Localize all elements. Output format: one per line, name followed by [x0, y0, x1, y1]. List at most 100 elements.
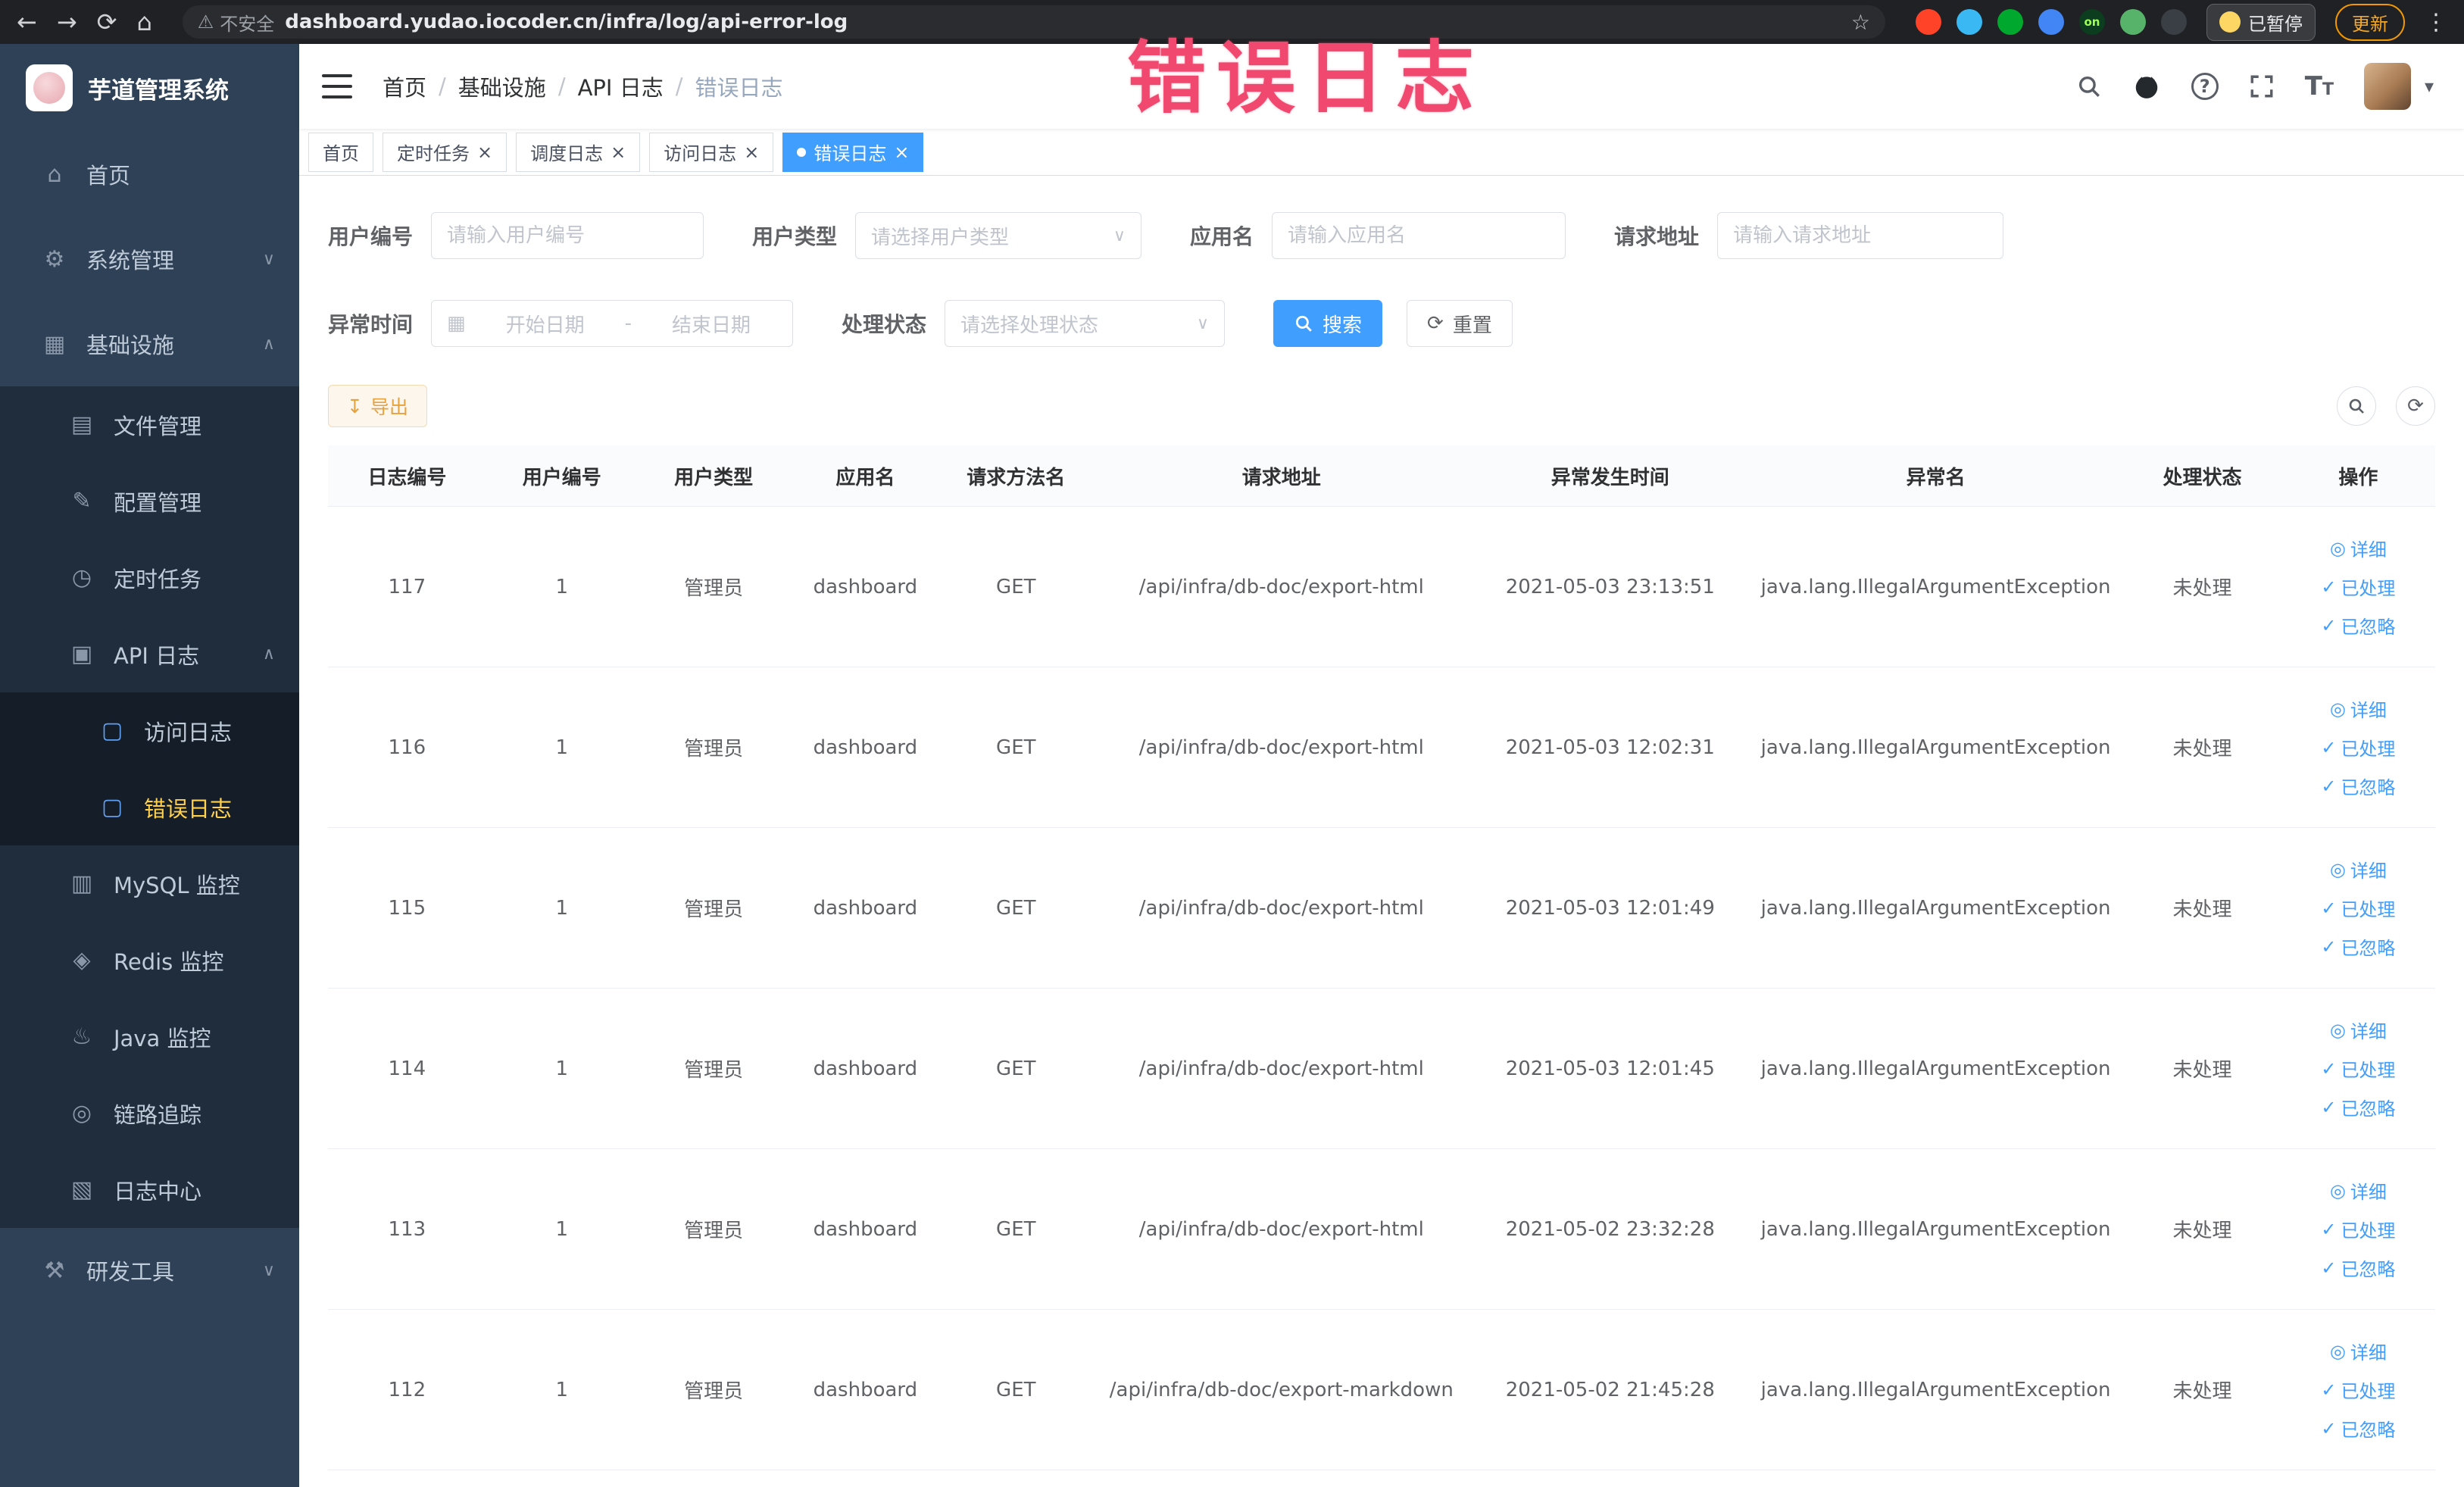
date-range-picker[interactable]: ▦ 开始日期 - 结束日期 — [431, 300, 794, 347]
breadcrumb-item[interactable]: 错误日志 — [695, 70, 782, 102]
refresh-icon: ⟳ — [1427, 312, 1444, 335]
select-arrow-icon: ∨ — [1113, 226, 1126, 245]
paused-extension-button[interactable]: 已暂停 — [2206, 3, 2316, 41]
sidebar-item[interactable]: ◷ 定时任务 — [0, 539, 299, 616]
cell-actions: ◎ 详细 ✓ 已处理 ✓ 已忽略 — [2281, 828, 2435, 988]
ignored-link[interactable]: ✓ 已忽略 — [2321, 933, 2395, 960]
request-url-input[interactable] — [1717, 212, 2004, 259]
tab-close-icon[interactable]: × — [744, 143, 759, 161]
ext-on-badge-icon[interactable]: on — [2079, 9, 2105, 35]
sidebar-item[interactable]: ▤ 文件管理 — [0, 386, 299, 463]
toggle-search-button[interactable] — [2337, 386, 2376, 426]
address-bar[interactable]: ⚠ 不安全 dashboard.yudao.iocoder.cn/infra/l… — [182, 5, 1885, 39]
sidebar-item[interactable]: ▥ MySQL 监控 — [0, 845, 299, 922]
ext-sprout-icon[interactable] — [2120, 9, 2146, 35]
detail-link[interactable]: ◎ 详细 — [2330, 1338, 2387, 1364]
ignored-link[interactable]: ✓ 已忽略 — [2321, 612, 2395, 639]
sidebar-item[interactable]: ♨ Java 监控 — [0, 998, 299, 1075]
cell-log-id: 116 — [388, 736, 426, 759]
processed-link[interactable]: ✓ 已处理 — [2321, 573, 2395, 600]
detail-link[interactable]: ◎ 详细 — [2330, 856, 2387, 883]
processed-link[interactable]: ✓ 已处理 — [2321, 895, 2395, 921]
breadcrumb-item[interactable]: 首页 — [383, 70, 426, 102]
not-secure-badge[interactable]: ⚠ 不安全 — [198, 9, 275, 36]
cell-request-url: /api/infra/db-doc/export-html — [1138, 896, 1424, 920]
ext-grid-icon[interactable] — [2038, 9, 2064, 35]
sidebar-item[interactable]: ⚒ 研发工具 ∨ — [0, 1228, 299, 1313]
reset-button[interactable]: ⟳ 重置 — [1407, 300, 1513, 347]
caret-down-icon[interactable]: ▾ — [2425, 76, 2434, 97]
tab-close-icon[interactable]: × — [611, 143, 626, 161]
view-tab[interactable]: 错误日志 × — [782, 132, 924, 172]
processed-link[interactable]: ✓ 已处理 — [2321, 1216, 2395, 1242]
export-button[interactable]: ↧ 导出 — [328, 385, 427, 427]
process-status-label: 处理状态 — [842, 312, 927, 337]
search-icon[interactable] — [2076, 73, 2102, 99]
user-type-select[interactable]: 请选择用户类型 ∨ — [855, 212, 1142, 259]
reload-icon[interactable]: ⟳ — [97, 10, 117, 34]
back-icon[interactable]: ← — [17, 10, 37, 34]
eye-icon: ◎ — [2329, 1179, 2346, 1201]
view-tab[interactable]: 访问日志 × — [649, 132, 774, 172]
sidebar-item[interactable]: ▢ 访问日志 — [0, 692, 299, 769]
processed-link[interactable]: ✓ 已处理 — [2321, 734, 2395, 761]
ignored-link[interactable]: ✓ 已忽略 — [2321, 1254, 2395, 1281]
ext-drop-icon[interactable] — [1957, 9, 1982, 35]
font-size-icon[interactable]: TT — [2305, 71, 2334, 102]
avatar[interactable] — [2363, 63, 2411, 110]
process-status-select[interactable]: 请选择处理状态 ∨ — [945, 300, 1226, 347]
ignored-link[interactable]: ✓ 已忽略 — [2321, 773, 2395, 799]
sidebar-item[interactable]: ▢ 错误日志 — [0, 769, 299, 845]
sidebar-item[interactable]: ◎ 链路追踪 — [0, 1075, 299, 1151]
sidebar-item[interactable]: ✎ 配置管理 — [0, 463, 299, 539]
tab-close-icon[interactable]: × — [894, 143, 909, 161]
fullscreen-icon[interactable] — [2249, 73, 2275, 99]
view-tab[interactable]: 首页 — [308, 132, 373, 172]
help-icon[interactable]: ? — [2191, 73, 2219, 100]
sidebar-item[interactable]: ▧ 日志中心 — [0, 1151, 299, 1228]
sidebar-item[interactable]: ⚙ 系统管理 ∨ — [0, 217, 299, 301]
view-tab[interactable]: 定时任务 × — [383, 132, 507, 172]
processed-link[interactable]: ✓ 已处理 — [2321, 1055, 2395, 1082]
browser-update-button[interactable]: 更新 — [2335, 3, 2405, 41]
view-tab[interactable]: 调度日志 × — [516, 132, 641, 172]
cell-exception-name: java.lang.IllegalArgumentException — [1760, 575, 2111, 598]
download-icon: ↧ — [347, 395, 363, 417]
sidebar-item[interactable]: ◈ Redis 监控 — [0, 922, 299, 998]
ignored-link[interactable]: ✓ 已忽略 — [2321, 1415, 2395, 1442]
bookmark-star-icon[interactable]: ☆ — [1851, 10, 1870, 35]
refresh-table-button[interactable]: ⟳ — [2396, 386, 2435, 426]
url-text[interactable]: dashboard.yudao.iocoder.cn/infra/log/api… — [285, 11, 1841, 33]
cell-method: GET — [996, 896, 1036, 920]
tab-close-icon[interactable]: × — [477, 143, 492, 161]
tools-icon: ⚒ — [44, 1257, 65, 1284]
breadcrumb-item[interactable]: 基础设施 — [458, 70, 546, 102]
github-icon[interactable] — [2132, 72, 2161, 101]
chevron-icon: ∧ — [262, 645, 275, 664]
app-name-input[interactable] — [1272, 212, 1566, 259]
breadcrumb: 首页 / 基础设施 / API 日志 / 错误日志 — [383, 70, 783, 102]
processed-link[interactable]: ✓ 已处理 — [2321, 1376, 2395, 1403]
cell-user-id: 1 — [555, 1217, 569, 1241]
sidebar-item[interactable]: ▦ 基础设施 ∧ — [0, 301, 299, 386]
breadcrumb-item[interactable]: API 日志 — [578, 70, 664, 102]
logo-row[interactable]: 芋道管理系统 — [0, 44, 299, 132]
detail-link[interactable]: ◎ 详细 — [2330, 1017, 2387, 1043]
browser-menu-icon[interactable]: ⋮ — [2425, 9, 2447, 36]
detail-link[interactable]: ◎ 详细 — [2330, 1177, 2387, 1204]
ignored-link[interactable]: ✓ 已忽略 — [2321, 1094, 2395, 1120]
detail-link[interactable]: ◎ 详细 — [2330, 695, 2387, 722]
ext-paw-icon[interactable] — [2161, 9, 2187, 35]
ext-evernote-icon[interactable] — [1997, 9, 2023, 35]
sidebar-item[interactable]: ▣ API 日志 ∧ — [0, 616, 299, 692]
detail-link[interactable]: ◎ 详细 — [2330, 535, 2387, 561]
forward-icon[interactable]: → — [57, 10, 77, 34]
sidebar-item[interactable]: ⌂ 首页 — [0, 132, 299, 217]
java-icon: ♨ — [71, 1023, 92, 1050]
browser-home-icon[interactable]: ⌂ — [136, 10, 151, 34]
ext-adblock-icon[interactable] — [1916, 9, 1941, 35]
search-button[interactable]: 搜索 — [1273, 300, 1383, 347]
user-id-input[interactable] — [431, 212, 704, 259]
cell-log-id: 115 — [388, 896, 426, 920]
hamburger-icon[interactable] — [322, 74, 352, 98]
